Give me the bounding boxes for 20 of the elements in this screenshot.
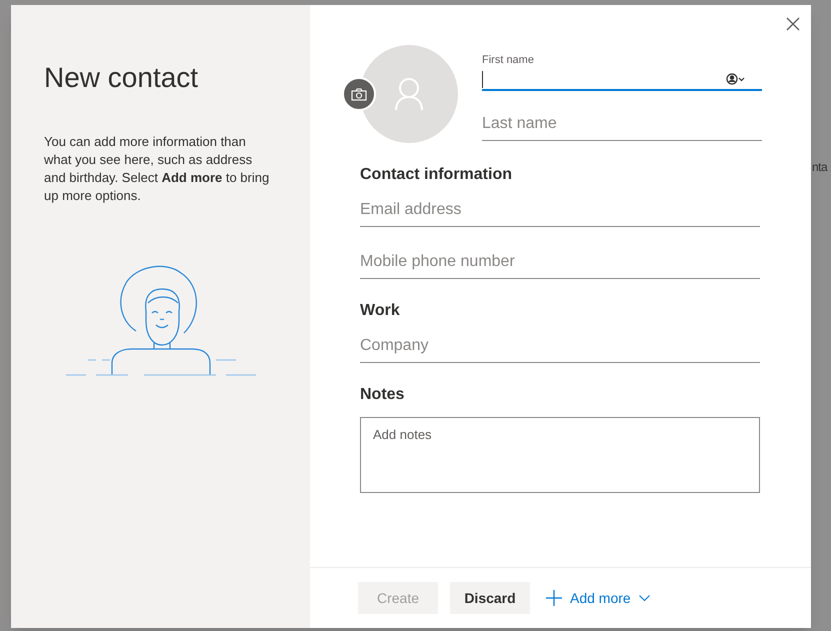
add-more-button[interactable]: Add more <box>546 588 650 608</box>
background-text: nta <box>812 159 828 176</box>
notes-field[interactable]: Add notes <box>360 417 760 493</box>
section-heading: Work <box>360 301 401 321</box>
text-cursor <box>482 70 483 88</box>
text-field[interactable]: Last name <box>482 107 762 141</box>
intro-text: You can add more information than what you see here, such as address and birthday. Select Add more to bring up more options. <box>44 133 270 205</box>
field-label: First name <box>482 53 535 68</box>
first-name-field[interactable]: First name <box>482 45 762 91</box>
person-icon <box>394 77 424 111</box>
dialog-button[interactable]: Discard <box>450 582 530 614</box>
chevron-down-icon <box>638 594 650 602</box>
text-field[interactable]: Company <box>360 329 760 363</box>
section-heading: Notes <box>360 385 406 405</box>
section-heading: Contact information <box>360 165 513 185</box>
camera-icon <box>351 88 367 100</box>
dialog-title: New contact <box>44 61 200 95</box>
text-field[interactable]: Email address <box>360 193 760 227</box>
plus-icon <box>546 590 562 606</box>
text-field[interactable]: Mobile phone number <box>360 245 760 279</box>
